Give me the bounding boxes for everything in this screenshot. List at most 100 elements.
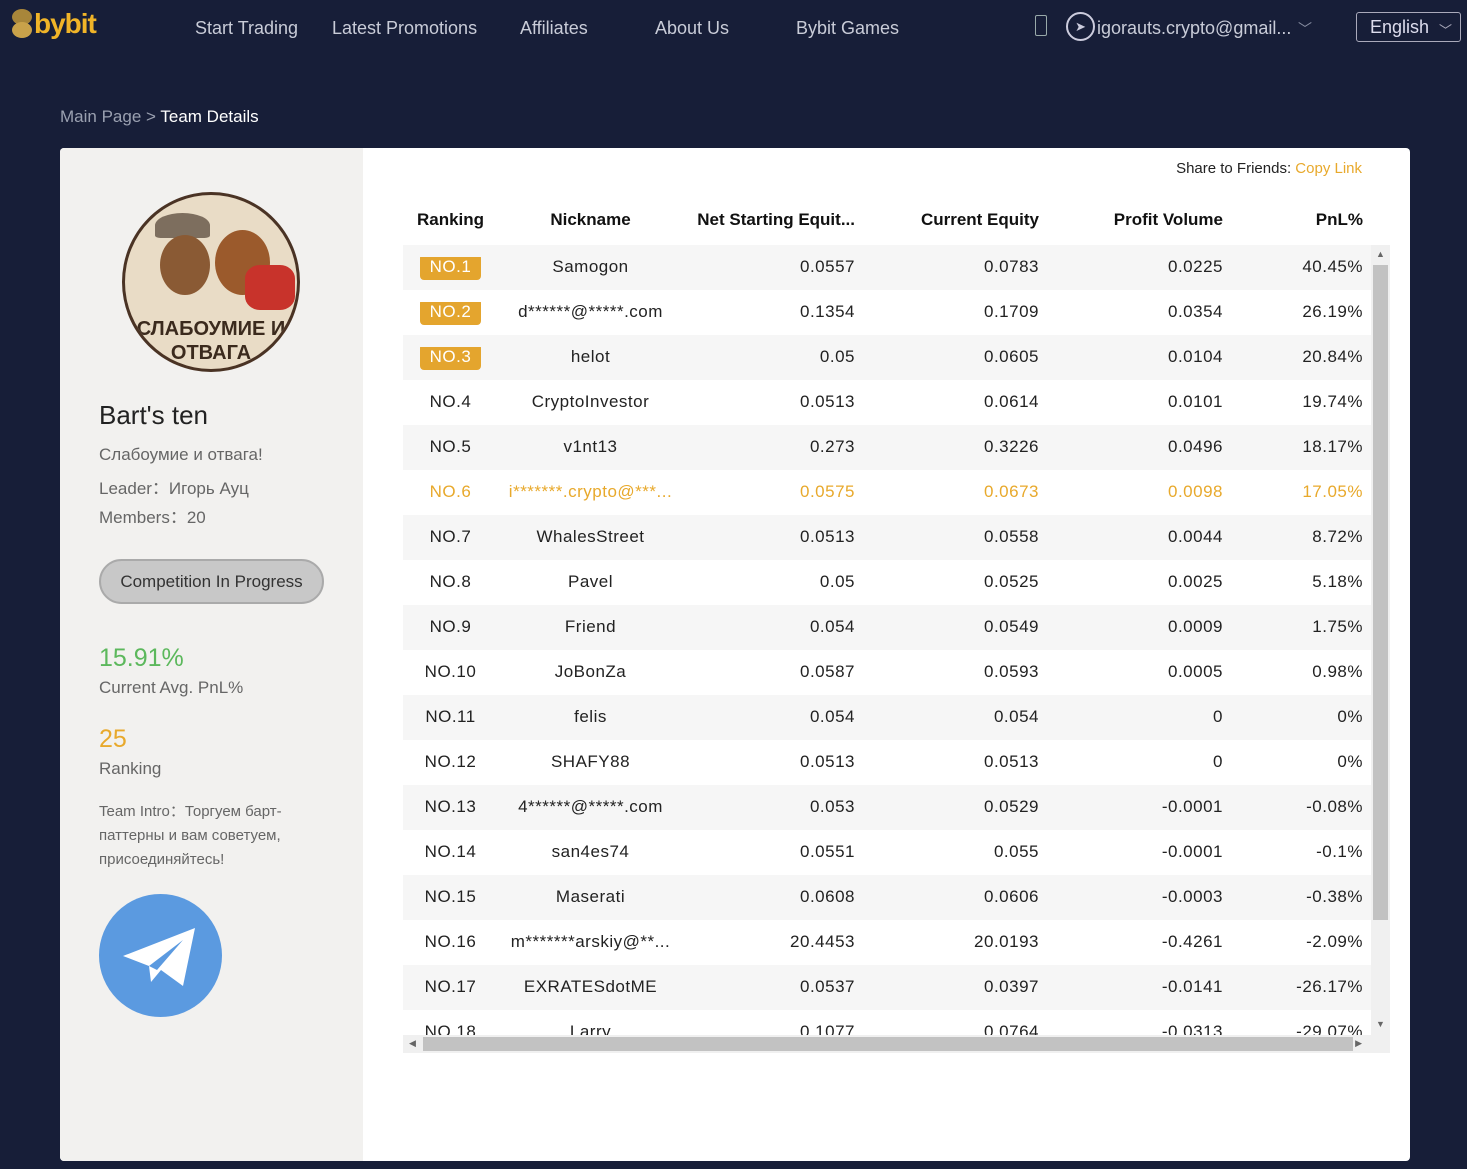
col-nickname: Nickname <box>550 210 631 229</box>
cell-profit-volume: -0.0001 <box>1161 842 1223 861</box>
cell-nickname: Maserati <box>555 887 626 906</box>
cell-rank: NO.14 <box>424 842 477 861</box>
cell-profit-volume: 0.0009 <box>1168 617 1223 636</box>
bybit-logo[interactable]: bybit <box>12 8 97 40</box>
table-row: NO.18 Larry 0.1077 0.0764 -0.0313 -29.07% <box>403 1010 1371 1035</box>
cell-pnl: 19.74% <box>1302 392 1363 411</box>
ranking-table[interactable]: NO.1 Samogon 0.0557 0.0783 0.0225 40.45% NO.2 d… <box>403 245 1390 1035</box>
cell-current-equity: 0.0614 <box>984 392 1039 411</box>
cell-profit-volume: 0.0005 <box>1168 662 1223 681</box>
cell-rank: NO.18 <box>424 1022 477 1035</box>
cell-net-starting-equity: 0.0513 <box>800 392 855 411</box>
cell-rank: NO.5 <box>429 437 472 456</box>
horizontal-scrollbar[interactable]: ◀ ▶ <box>403 1035 1390 1053</box>
team-motto: Слабоумие и отвага! <box>99 445 263 464</box>
table-header: Ranking Nickname Net Starting Equit... C… <box>403 210 1363 236</box>
account-menu[interactable]: igorauts.crypto@gmail... <box>1097 18 1291 39</box>
table-row: NO.7 WhalesStreet 0.0513 0.0558 0.0044 8.72% <box>403 515 1371 560</box>
cell-profit-volume: -0.4261 <box>1161 932 1223 951</box>
vertical-scrollbar[interactable]: ▲ ▼ <box>1371 245 1390 1035</box>
cell-rank: NO.9 <box>429 617 472 636</box>
cell-pnl: 26.19% <box>1302 302 1363 321</box>
cell-profit-volume: 0.0044 <box>1168 527 1223 546</box>
cell-profit-volume: 0.0496 <box>1168 437 1223 456</box>
cell-net-starting-equity: 0.1077 <box>800 1022 855 1035</box>
cell-net-starting-equity: 0.0575 <box>800 482 855 501</box>
cell-rank: NO.12 <box>424 752 477 771</box>
chevron-down-icon[interactable]: ﹀ <box>1298 19 1312 39</box>
cell-pnl: 0.98% <box>1312 662 1363 681</box>
cell-profit-volume: -0.0001 <box>1161 797 1223 816</box>
copy-link[interactable]: Copy Link <box>1295 160 1362 177</box>
table-row: NO.4 CryptoInvestor 0.0513 0.0614 0.0101 19.7… <box>403 380 1371 425</box>
cell-current-equity: 0.0673 <box>984 482 1039 501</box>
table-row: NO.9 Friend 0.054 0.0549 0.0009 1.75% <box>403 605 1371 650</box>
table-row: NO.3 helot 0.05 0.0605 0.0104 20.84% <box>403 335 1371 380</box>
cell-nickname: CryptoInvestor <box>531 392 650 411</box>
table-row: NO.13 4******@*****.com 0.053 0.0529 -0.0001… <box>403 785 1371 830</box>
cell-net-starting-equity: 0.0513 <box>800 752 855 771</box>
chevron-down-icon: ﹀ <box>1438 23 1452 38</box>
cell-nickname: JoBonZa <box>554 662 627 681</box>
cell-rank: NO.4 <box>429 392 472 411</box>
mobile-icon[interactable] <box>1035 15 1047 36</box>
cell-nickname: helot <box>570 347 611 366</box>
share-label: Share to Friends: <box>1176 160 1292 177</box>
table-row: NO.16 m*******arskiy@**... 20.4453 20.0193 -… <box>403 920 1371 965</box>
cell-rank: NO.10 <box>424 662 477 681</box>
nav-affiliates[interactable]: Affiliates <box>520 18 588 39</box>
cell-net-starting-equity: 0.054 <box>809 617 855 636</box>
cell-rank: NO.3 <box>403 347 498 370</box>
competition-status-button[interactable]: Competition In Progress <box>99 559 324 604</box>
cell-current-equity: 0.0397 <box>984 977 1039 996</box>
cell-pnl: -26.17% <box>1296 977 1363 996</box>
table-row: NO.5 v1nt13 0.273 0.3226 0.0496 18.17% <box>403 425 1371 470</box>
cell-profit-volume: -0.0313 <box>1161 1022 1223 1035</box>
cell-current-equity: 20.0193 <box>974 932 1039 951</box>
table-row: NO.11 felis 0.054 0.054 0 0% <box>403 695 1371 740</box>
cell-pnl: 8.72% <box>1312 527 1363 546</box>
language-select[interactable]: English ﹀ <box>1356 12 1461 42</box>
cell-pnl: 40.45% <box>1302 257 1363 276</box>
cell-net-starting-equity: 0.053 <box>809 797 855 816</box>
cell-nickname: Larry <box>569 1022 612 1035</box>
avg-pnl-value: 15.91% <box>99 644 184 672</box>
team-name: Bart's ten <box>99 400 209 430</box>
cell-rank: NO.17 <box>424 977 477 996</box>
cell-rank: NO.7 <box>429 527 472 546</box>
col-net-starting-equity: Net Starting Equit... <box>697 210 855 229</box>
cell-rank: NO.15 <box>424 887 477 906</box>
table-row: NO.10 JoBonZa 0.0587 0.0593 0.0005 0.98% <box>403 650 1371 695</box>
cell-rank: NO.8 <box>429 572 472 591</box>
cell-pnl: 17.05% <box>1302 482 1363 501</box>
nav-start-trading[interactable]: Start Trading <box>195 18 298 39</box>
cell-profit-volume: 0.0098 <box>1168 482 1223 501</box>
nav-bybit-games[interactable]: Bybit Games <box>796 18 899 39</box>
cell-nickname: m*******arskiy@**... <box>510 932 671 951</box>
cell-pnl: 5.18% <box>1312 572 1363 591</box>
telegram-icon[interactable]: ➤ <box>1066 12 1095 41</box>
nav-latest-promotions[interactable]: Latest Promotions <box>332 18 477 39</box>
cell-nickname: Friend <box>564 617 617 636</box>
cell-nickname: d******@*****.com <box>518 302 663 321</box>
nav-about-us[interactable]: About Us <box>655 18 729 39</box>
cell-rank: NO.2 <box>403 302 498 325</box>
cell-current-equity: 0.0525 <box>984 572 1039 591</box>
cell-current-equity: 0.0558 <box>984 527 1039 546</box>
cell-pnl: 0% <box>1337 707 1363 726</box>
language-label: English <box>1370 17 1430 37</box>
team-sidebar: СЛАБОУМИЕ И ОТВАГА Bart's ten Слабоумие … <box>60 148 363 1161</box>
cell-net-starting-equity: 0.0608 <box>800 887 855 906</box>
cell-nickname: felis <box>574 707 607 726</box>
cell-current-equity: 0.0529 <box>984 797 1039 816</box>
col-current-equity: Current Equity <box>920 210 1039 229</box>
team-card: СЛАБОУМИЕ И ОТВАГА Bart's ten Слабоумие … <box>60 148 1410 1161</box>
cell-current-equity: 0.3226 <box>984 437 1039 456</box>
cell-net-starting-equity: 0.05 <box>819 572 855 591</box>
telegram-icon[interactable] <box>99 894 222 1017</box>
table-row: NO.12 SHAFY88 0.0513 0.0513 0 0% <box>403 740 1371 785</box>
cell-nickname: san4es74 <box>551 842 630 861</box>
breadcrumb-home[interactable]: Main Page <box>60 107 141 126</box>
cell-profit-volume: 0.0025 <box>1168 572 1223 591</box>
cell-current-equity: 0.0783 <box>984 257 1039 276</box>
